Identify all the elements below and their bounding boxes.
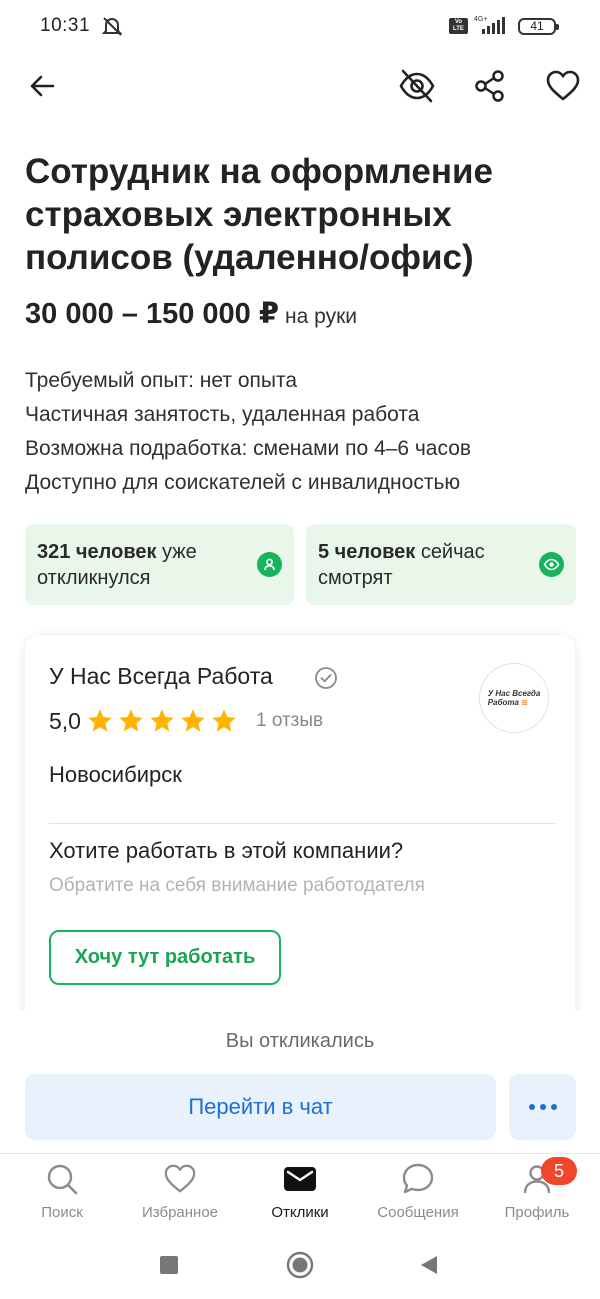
- detail-experience: Требуемый опыт: нет опыта: [25, 369, 298, 392]
- action-area: Вы откликались Перейти в чат: [0, 1010, 600, 1153]
- detail-accessibility: Доступно для соискателей с инвалидностью: [25, 471, 461, 494]
- back-button[interactable]: [18, 62, 66, 110]
- detail-employment: Частичная занятость, удаленная работа: [25, 403, 420, 426]
- responded-stat-text: 321 человек уже откликнулся: [37, 539, 247, 591]
- verified-check-icon: [315, 667, 337, 689]
- share-button[interactable]: [466, 62, 514, 110]
- star-icon: [181, 709, 205, 732]
- triangle-back-icon: [421, 1256, 437, 1274]
- company-logo[interactable]: У Нас Всегда Работа ≋: [479, 663, 549, 733]
- watching-count: 5 человек: [318, 541, 416, 563]
- nav-responses[interactable]: Отклики: [245, 1162, 355, 1228]
- star-icon: [150, 709, 174, 732]
- profile-notification-badge: 5: [541, 1157, 577, 1185]
- company-city: Новосибирск: [49, 762, 182, 787]
- company-rating[interactable]: 5,0 1 отзыв: [49, 706, 323, 736]
- volte-icon: Vo LTE: [449, 18, 468, 34]
- signal-icon: 4G+: [474, 16, 505, 34]
- more-options-button[interactable]: [509, 1074, 576, 1140]
- mute-icon: [101, 17, 123, 36]
- nav-responses-label: Отклики: [271, 1204, 329, 1221]
- want-work-hint: Обратите на себя внимание работодателя: [49, 875, 425, 896]
- heart-icon: [163, 1162, 197, 1196]
- nav-profile-label: Профиль: [504, 1204, 570, 1221]
- watching-stat-text: 5 человек сейчас смотрят: [318, 539, 528, 591]
- responded-status: Вы откликались: [225, 1030, 375, 1052]
- star-icon: [119, 709, 143, 732]
- go-to-chat-button[interactable]: Перейти в чат: [25, 1074, 496, 1140]
- square-icon: [160, 1256, 178, 1274]
- share-icon: [475, 70, 504, 102]
- star-icon: [88, 709, 112, 732]
- chat-bubble-icon: [401, 1162, 435, 1196]
- detail-part-time: Возможна подработка: сменами по 4–6 часо…: [25, 437, 472, 460]
- top-bar: [0, 52, 600, 122]
- rating-value: 5,0: [49, 707, 81, 734]
- salary-note: на руки: [285, 305, 357, 328]
- nav-search-label: Поиск: [41, 1204, 83, 1221]
- arrow-left-icon: [30, 75, 55, 97]
- nav-favorites-label: Избранное: [141, 1204, 219, 1221]
- salary-range: 30 000 – 150 000 ₽: [25, 298, 280, 330]
- bottom-nav: Поиск Избранное Отклики Сообщения Профил…: [0, 1153, 600, 1229]
- star-icon: [212, 709, 236, 732]
- person-icon: [257, 552, 282, 577]
- company-name[interactable]: У Нас Всегда Работа: [49, 663, 273, 690]
- job-details: Требуемый опыт: нет опыта Частичная заня…: [25, 364, 471, 500]
- nav-favorites[interactable]: Избранное: [125, 1162, 235, 1228]
- favorite-button[interactable]: [539, 62, 587, 110]
- status-bar: 10:31 Vo LTE 4G+ 41: [0, 0, 600, 52]
- recent-apps-button[interactable]: [155, 1251, 183, 1279]
- eye-icon: [539, 552, 564, 577]
- battery-icon: 41: [518, 18, 559, 35]
- hide-vacancy-button[interactable]: [393, 62, 441, 110]
- system-nav: [0, 1229, 600, 1299]
- review-count[interactable]: 1 отзыв: [256, 710, 323, 732]
- watching-stat-card: 5 человек сейчас смотрят: [306, 524, 576, 605]
- envelope-icon: [283, 1162, 317, 1196]
- more-dots-icon: [528, 1104, 557, 1110]
- nav-messages-label: Сообщения: [377, 1204, 459, 1221]
- job-title: Сотрудник на оформление страховых электр…: [25, 152, 493, 277]
- logo-line-1: У Нас Всегда: [487, 689, 541, 698]
- want-work-question: Хотите работать в этой компании?: [49, 838, 404, 863]
- company-logo-text: У Нас Всегда Работа ≋: [488, 689, 541, 707]
- search-icon: [45, 1162, 79, 1196]
- company-card[interactable]: У Нас Всегда Работа 5,0 1 отзыв У Нас Вс…: [25, 635, 575, 1035]
- eye-off-icon: [399, 69, 435, 103]
- svg-text:4G+: 4G+: [474, 16, 487, 23]
- logo-line-2: Работа ≋: [487, 698, 528, 707]
- status-time: 10:31: [40, 15, 91, 36]
- circle-icon: [286, 1251, 314, 1279]
- nav-search[interactable]: Поиск: [7, 1162, 117, 1228]
- divider: [49, 823, 555, 824]
- want-work-button[interactable]: Хочу тут работать: [49, 930, 281, 985]
- salary: 30 000 – 150 000 ₽ на руки: [25, 296, 357, 331]
- heart-icon: [546, 70, 580, 101]
- system-back-button[interactable]: [415, 1251, 443, 1279]
- nav-messages[interactable]: Сообщения: [363, 1162, 473, 1228]
- responded-stat-card: 321 человек уже откликнулся: [25, 524, 294, 605]
- responded-count: 321 человек: [37, 541, 157, 563]
- home-button[interactable]: [286, 1251, 314, 1279]
